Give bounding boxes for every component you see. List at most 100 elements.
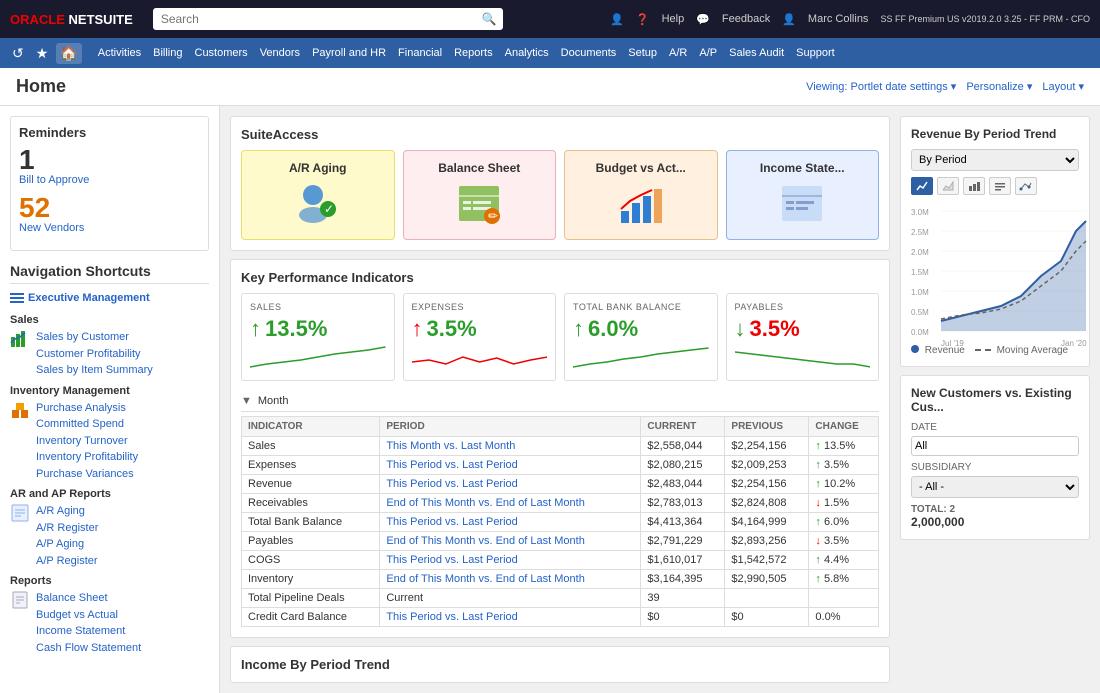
page-header-controls: Viewing: Portlet date settings ▾ Persona… xyxy=(806,80,1084,93)
cell-current: $2,783,013 xyxy=(641,494,725,513)
cell-previous: $2,009,253 xyxy=(725,456,809,475)
period-select[interactable]: By Period By Quarter By Year xyxy=(911,149,1079,171)
nav-ap[interactable]: A/P xyxy=(693,38,723,68)
portlet-settings-link[interactable]: Viewing: Portlet date settings ▾ xyxy=(806,80,956,93)
cell-current: $0 xyxy=(641,608,725,627)
nav-customers[interactable]: Customers xyxy=(189,38,254,68)
suite-tile-balance[interactable]: Balance Sheet ✏ xyxy=(403,150,557,240)
nav-vendors[interactable]: Vendors xyxy=(254,38,306,68)
ap-aging-link[interactable]: A/P Aging xyxy=(36,536,98,553)
kpi-up-arrow-expenses: ↑ xyxy=(412,316,423,342)
nav-analytics[interactable]: Analytics xyxy=(499,38,555,68)
nav-setup[interactable]: Setup xyxy=(622,38,663,68)
reminder-link-2[interactable]: New Vendors xyxy=(19,222,200,234)
chart-type-bar[interactable] xyxy=(963,177,985,195)
help-link[interactable]: Help xyxy=(662,13,685,25)
svg-text:0.0M: 0.0M xyxy=(911,328,929,337)
cell-change: ↑ 6.0% xyxy=(809,513,879,532)
cell-change: ↓ 1.5% xyxy=(809,494,879,513)
search-icon: 🔍 xyxy=(482,12,497,26)
th-change: CHANGE xyxy=(809,417,879,437)
chart-type-line2[interactable] xyxy=(1015,177,1037,195)
exec-management-link[interactable]: Executive Management xyxy=(28,292,150,304)
income-statement-link[interactable]: Income Statement xyxy=(36,623,141,640)
subsidiary-label: SUBSIDIARY xyxy=(911,462,1079,473)
th-period: PERIOD xyxy=(380,417,641,437)
sales-by-customer-link[interactable]: Sales by Customer xyxy=(36,329,153,346)
ar-aging-link[interactable]: A/R Aging xyxy=(36,503,98,520)
cell-indicator: Total Bank Balance xyxy=(242,513,380,532)
suite-tile-icon-income xyxy=(777,181,827,229)
reminder-link-1[interactable]: Bill to Approve xyxy=(19,174,200,186)
nav-activities[interactable]: Activities xyxy=(92,38,147,68)
cell-change xyxy=(809,589,879,608)
svg-text:3.0M: 3.0M xyxy=(911,208,929,217)
feedback-icon: 💬 xyxy=(696,13,710,26)
nav-reports[interactable]: Reports xyxy=(448,38,499,68)
revenue-chart: 3.0M 2.5M 2.0M 1.5M 1.0M 0.5M 0.0M xyxy=(911,201,1079,341)
suite-tile-budget[interactable]: Budget vs Act... xyxy=(564,150,718,240)
arrow-up: ↑ xyxy=(815,573,821,585)
search-input[interactable] xyxy=(153,8,503,30)
refresh-icon[interactable]: ↺ xyxy=(8,43,28,64)
cell-period: This Month vs. Last Month xyxy=(380,437,641,456)
nav-support[interactable]: Support xyxy=(790,38,841,68)
cell-change: ↑ 4.4% xyxy=(809,551,879,570)
kpi-card-bank: TOTAL BANK BALANCE ↑ 6.0% xyxy=(564,293,718,381)
total-value: 2,000,000 xyxy=(911,515,1079,529)
arrow-up: ↑ xyxy=(815,554,821,566)
customer-profitability-link[interactable]: Customer Profitability xyxy=(36,346,153,363)
nav-financial[interactable]: Financial xyxy=(392,38,448,68)
committed-spend-link[interactable]: Committed Spend xyxy=(36,416,138,433)
home-icon[interactable]: 🏠 xyxy=(56,43,81,64)
cashflow-link[interactable]: Cash Flow Statement xyxy=(36,640,141,657)
nav-sales-audit[interactable]: Sales Audit xyxy=(723,38,790,68)
suite-tile-ar-aging[interactable]: A/R Aging ✓ xyxy=(241,150,395,240)
ap-register-link[interactable]: A/P Register xyxy=(36,553,98,570)
chart-type-line[interactable] xyxy=(911,177,933,195)
kpi-table-header-row: INDICATOR PERIOD CURRENT PREVIOUS CHANGE xyxy=(242,417,879,437)
date-input[interactable] xyxy=(911,436,1079,456)
nav-payroll[interactable]: Payroll and HR xyxy=(306,38,392,68)
budget-actual-link[interactable]: Budget vs Actual xyxy=(36,607,141,624)
purchase-variances-link[interactable]: Purchase Variances xyxy=(36,466,138,483)
layout-link[interactable]: Layout ▾ xyxy=(1042,80,1084,93)
inventory-links: Purchase Analysis Committed Spend Invent… xyxy=(36,400,138,483)
subsidiary-select[interactable]: - All - xyxy=(911,476,1079,498)
ar-ap-sub-item: A/R Aging A/R Register A/P Aging A/P Reg… xyxy=(10,503,209,569)
cell-indicator: Inventory xyxy=(242,570,380,589)
cell-period: This Period vs. Last Period xyxy=(380,608,641,627)
svg-text:✏: ✏ xyxy=(488,209,498,223)
sidebar: Reminders 1 Bill to Approve 52 New Vendo… xyxy=(0,106,220,693)
suite-tile-income[interactable]: Income State... xyxy=(726,150,880,240)
filter-icon[interactable]: ▼ xyxy=(241,395,252,407)
notifications-icon[interactable]: 👤 xyxy=(610,13,624,26)
nav-ar[interactable]: A/R xyxy=(663,38,693,68)
inventory-turnover-link[interactable]: Inventory Turnover xyxy=(36,433,138,450)
kpi-table-row: Inventory End of This Month vs. End of L… xyxy=(242,570,879,589)
kpi-up-arrow-sales: ↑ xyxy=(250,316,261,342)
cell-change: ↑ 13.5% xyxy=(809,437,879,456)
kpi-up-arrow-bank: ↑ xyxy=(573,316,584,342)
purchase-analysis-link[interactable]: Purchase Analysis xyxy=(36,400,138,417)
suite-access-title: SuiteAccess xyxy=(241,127,879,142)
svg-text:1.5M: 1.5M xyxy=(911,268,929,277)
income-trend-section: Income By Period Trend xyxy=(230,646,890,683)
ar-register-link[interactable]: A/R Register xyxy=(36,520,98,537)
reminders-section: Reminders 1 Bill to Approve 52 New Vendo… xyxy=(10,116,209,251)
reports-category: Reports xyxy=(10,575,209,587)
balance-sheet-link[interactable]: Balance Sheet xyxy=(36,590,141,607)
chart-type-area[interactable] xyxy=(937,177,959,195)
sales-by-item-link[interactable]: Sales by Item Summary xyxy=(36,362,153,379)
date-label: DATE xyxy=(911,422,1079,433)
cell-indicator: Revenue xyxy=(242,475,380,494)
nav-documents[interactable]: Documents xyxy=(555,38,623,68)
personalize-link[interactable]: Personalize ▾ xyxy=(966,80,1032,93)
feedback-link[interactable]: Feedback xyxy=(722,13,770,25)
chart-type-data[interactable] xyxy=(989,177,1011,195)
nav-billing[interactable]: Billing xyxy=(147,38,188,68)
inventory-profitability-link[interactable]: Inventory Profitability xyxy=(36,449,138,466)
kpi-table: INDICATOR PERIOD CURRENT PREVIOUS CHANGE… xyxy=(241,416,879,627)
oracle-logo: ORACLE NETSUITE xyxy=(10,12,133,27)
star-icon[interactable]: ★ xyxy=(32,43,53,64)
